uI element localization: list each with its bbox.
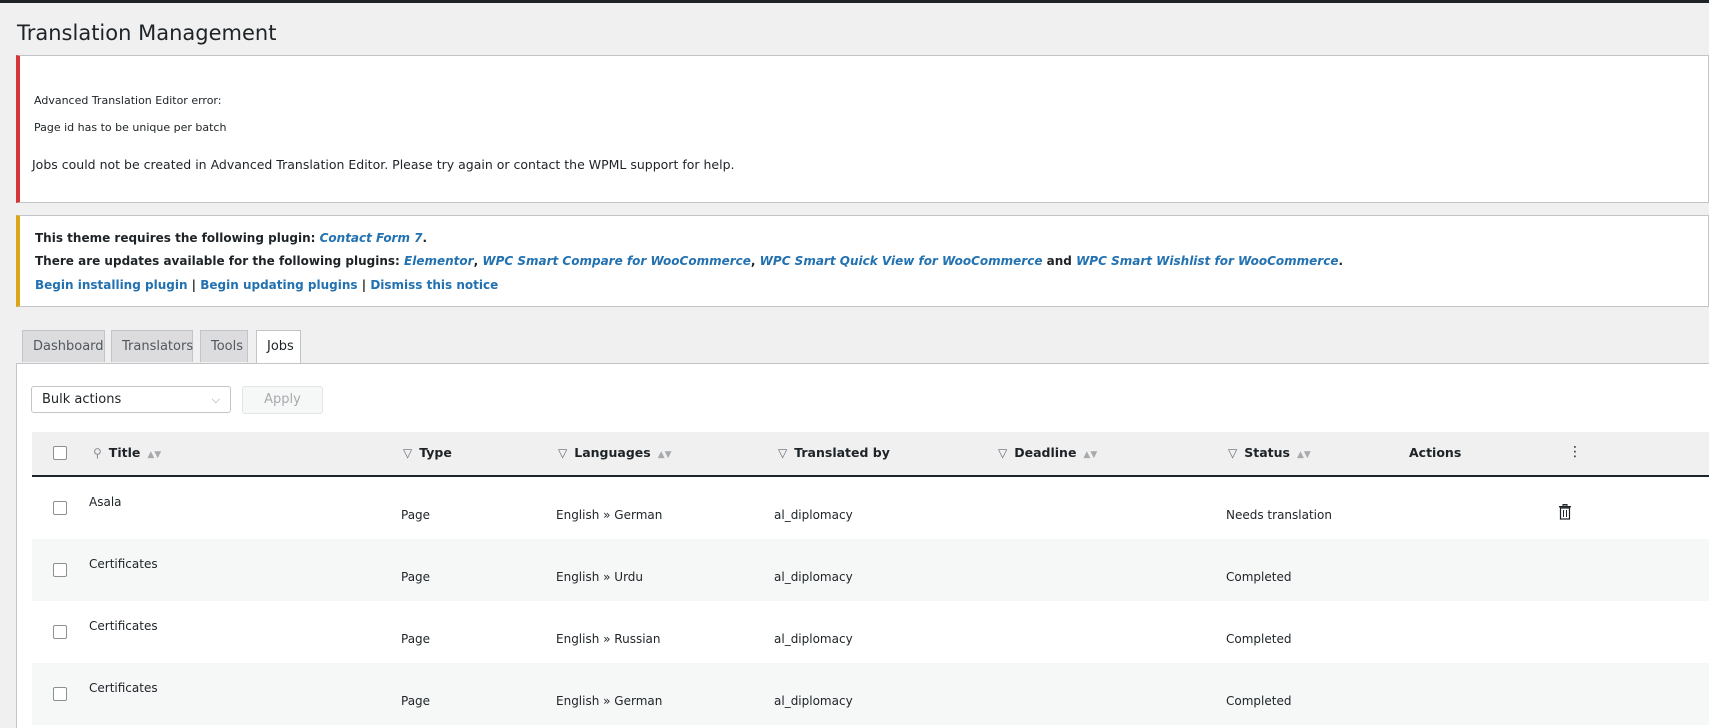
job-status: Completed — [1226, 570, 1292, 584]
job-languages: English » Urdu — [556, 570, 644, 584]
column-deadline[interactable]: ▽ Deadline ▲▼ — [998, 445, 1097, 460]
table-row[interactable]: Certificates Page English » Russian al_d… — [32, 601, 1709, 663]
separator: , — [750, 254, 760, 268]
job-translated-by: al_diplomacy — [774, 694, 853, 708]
job-languages: English » German — [556, 694, 663, 708]
bulk-actions-label: Bulk actions — [42, 392, 122, 407]
page: Translation Management Advanced Translat… — [0, 3, 1709, 728]
and-text: and — [1042, 254, 1077, 268]
filter-icon[interactable]: ▽ — [558, 446, 567, 460]
filter-icon[interactable]: ▽ — [998, 446, 1007, 460]
job-languages: English » German — [556, 508, 663, 522]
wpc-smart-wishlist-link[interactable]: WPC Smart Wishlist for WooCommerce — [1076, 254, 1338, 268]
begin-updating-link[interactable]: Begin updating plugins — [200, 278, 357, 292]
apply-button[interactable]: Apply — [242, 386, 323, 414]
pipe-separator: | — [357, 278, 371, 292]
job-translated-by: al_diplomacy — [774, 570, 853, 584]
column-languages[interactable]: ▽ Languages ▲▼ — [558, 445, 672, 460]
job-type: Page — [401, 694, 431, 708]
sort-icon[interactable]: ▲▼ — [658, 450, 672, 460]
plugin-updates-line: There are updates available for the foll… — [35, 254, 1343, 268]
required-plugin-prefix: This theme requires the following plugin… — [35, 231, 320, 245]
required-plugin-suffix: . — [422, 231, 428, 245]
trash-icon[interactable] — [1558, 504, 1572, 520]
job-title: Certificates — [89, 557, 158, 571]
select-all-checkbox[interactable] — [53, 446, 67, 460]
error-heading: Advanced Translation Editor error: — [34, 94, 222, 107]
column-status[interactable]: ▽ Status ▲▼ — [1228, 445, 1311, 460]
wpc-smart-quick-view-link[interactable]: WPC Smart Quick View for WooCommerce — [760, 254, 1043, 268]
column-type-label: Type — [419, 445, 452, 460]
column-type[interactable]: ▽ Type — [403, 445, 452, 460]
search-icon[interactable]: ⚲ — [93, 446, 102, 460]
elementor-link[interactable]: Elementor — [404, 254, 474, 268]
filter-icon[interactable]: ▽ — [1228, 446, 1237, 460]
wpc-smart-compare-link[interactable]: WPC Smart Compare for WooCommerce — [482, 254, 751, 268]
column-deadline-label: Deadline — [1014, 445, 1077, 460]
job-title: Certificates — [89, 681, 158, 695]
bulk-actions-select[interactable]: Bulk actions ⌵ — [31, 386, 231, 413]
table-row[interactable]: Certificates Page English » German al_di… — [32, 663, 1709, 725]
tab-tools[interactable]: Tools — [200, 330, 248, 362]
job-status: Needs translation — [1226, 508, 1332, 522]
error-notice: Advanced Translation Editor error: Page … — [16, 55, 1709, 203]
pipe-separator: | — [187, 278, 201, 292]
plugin-notice: This theme requires the following plugin… — [16, 215, 1709, 307]
column-languages-label: Languages — [574, 445, 651, 460]
table-row[interactable]: Certificates Page English » Urdu al_dipl… — [32, 539, 1709, 601]
job-title: Certificates — [89, 619, 158, 633]
dismiss-notice-link[interactable]: Dismiss this notice — [370, 278, 498, 292]
error-message: Jobs could not be created in Advanced Tr… — [32, 157, 735, 172]
filter-icon[interactable]: ▽ — [403, 446, 412, 460]
notice-actions: Begin installing plugin | Begin updating… — [35, 278, 498, 292]
row-checkbox[interactable] — [53, 625, 67, 639]
tab-translators[interactable]: Translators — [111, 330, 193, 362]
jobs-panel: Bulk actions ⌵ Apply ⚲ Title ▲▼ ▽ Type ▽ Lan… — [16, 364, 1709, 728]
table-row[interactable]: Asala Page English » German al_diplomacy… — [32, 477, 1709, 539]
job-type: Page — [401, 632, 431, 646]
table-header: ⚲ Title ▲▼ ▽ Type ▽ Languages ▲▼ ▽ Translated … — [32, 432, 1709, 477]
sort-icon[interactable]: ▲▼ — [1297, 450, 1311, 460]
job-title: Asala — [89, 495, 122, 509]
row-checkbox[interactable] — [53, 687, 67, 701]
job-status: Completed — [1226, 632, 1292, 646]
job-languages: English » Russian — [556, 632, 661, 646]
job-translated-by: al_diplomacy — [774, 632, 853, 646]
page-title: Translation Management — [17, 21, 277, 45]
filter-icon[interactable]: ▽ — [778, 446, 787, 460]
job-type: Page — [401, 508, 431, 522]
job-type: Page — [401, 570, 431, 584]
tab-jobs[interactable]: Jobs — [256, 330, 301, 364]
required-plugin-line: This theme requires the following plugin… — [35, 231, 427, 245]
column-status-label: Status — [1244, 445, 1290, 460]
job-status: Completed — [1226, 694, 1292, 708]
column-translated-by[interactable]: ▽ Translated by — [778, 445, 890, 460]
column-title[interactable]: ⚲ Title ▲▼ — [93, 445, 161, 460]
row-checkbox[interactable] — [53, 501, 67, 515]
error-detail: Page id has to be unique per batch — [34, 121, 227, 134]
sort-icon[interactable]: ▲▼ — [147, 450, 161, 460]
contact-form-7-link[interactable]: Contact Form 7 — [320, 231, 423, 245]
begin-installing-link[interactable]: Begin installing plugin — [35, 278, 187, 292]
chevron-down-icon: ⌵ — [211, 393, 220, 406]
updates-prefix: There are updates available for the foll… — [35, 254, 405, 268]
updates-suffix: . — [1338, 254, 1344, 268]
sort-icon[interactable]: ▲▼ — [1083, 450, 1097, 460]
column-translated-by-label: Translated by — [794, 445, 890, 460]
tab-dashboard[interactable]: Dashboard — [22, 330, 105, 362]
column-title-label: Title — [108, 445, 141, 460]
kebab-menu-icon[interactable]: ⋮ — [1568, 444, 1582, 460]
job-translated-by: al_diplomacy — [774, 508, 853, 522]
column-actions: Actions — [1409, 445, 1462, 460]
row-checkbox[interactable] — [53, 563, 67, 577]
